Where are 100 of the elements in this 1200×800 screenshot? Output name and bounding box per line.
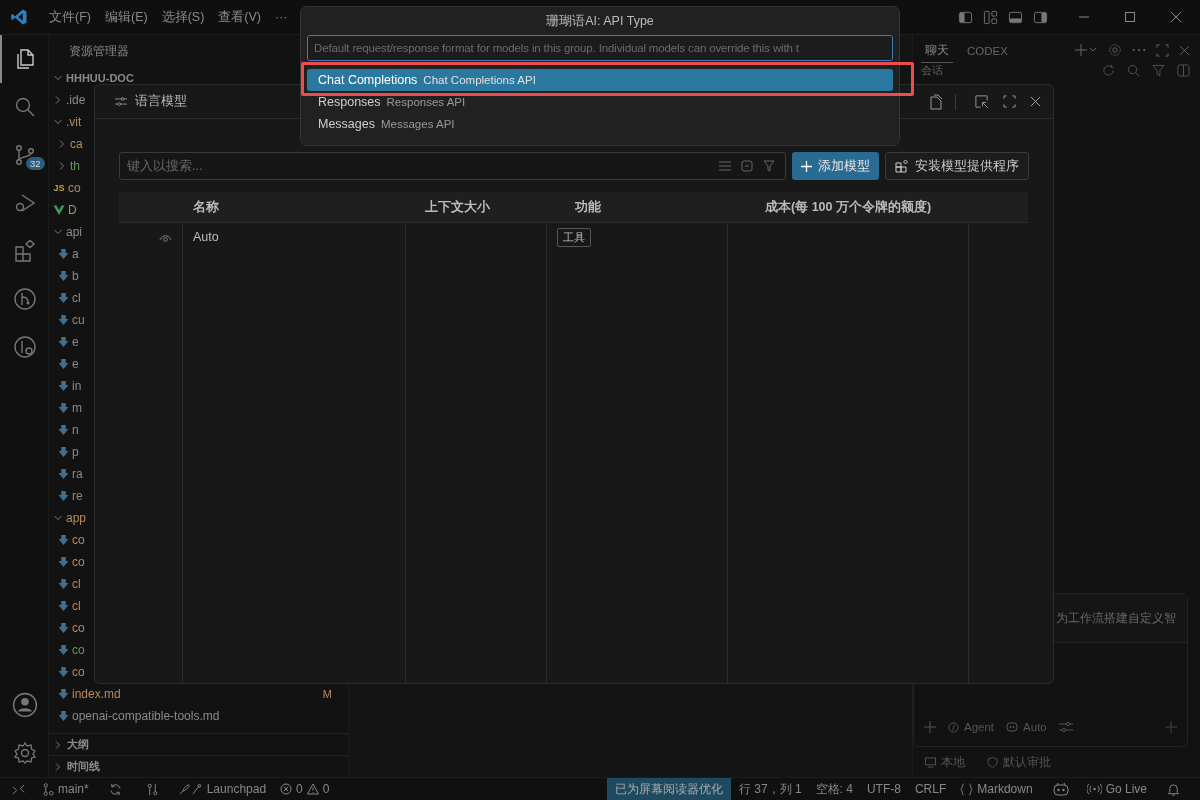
chevron-down-icon[interactable] (53, 513, 63, 523)
robot-icon[interactable] (1052, 782, 1069, 796)
account-icon[interactable] (12, 692, 38, 718)
launchpad-status[interactable]: Launchpad (170, 778, 273, 800)
file-name[interactable]: co (68, 181, 81, 195)
file-name[interactable]: co (72, 533, 85, 547)
branch-icon (43, 782, 54, 796)
bell-icon[interactable] (1167, 782, 1180, 796)
maximize-icon[interactable] (1003, 95, 1016, 108)
section-title: 时间线 (67, 759, 100, 774)
sidebar-toggle-icon[interactable] (958, 9, 973, 25)
list-icon[interactable] (719, 161, 731, 171)
file-name[interactable]: .ide (66, 93, 86, 107)
file-name[interactable]: re (72, 489, 83, 503)
file-name[interactable]: cu (72, 313, 85, 327)
sync-icon[interactable] (108, 782, 122, 796)
refresh-icon[interactable] (1102, 63, 1115, 77)
secondary-sidebar-icon[interactable] (1033, 9, 1048, 25)
vue-file-icon (53, 204, 65, 216)
file-name[interactable]: co (72, 621, 85, 635)
file-name[interactable]: a (72, 247, 79, 261)
search-icon[interactable] (1127, 63, 1140, 77)
filter-icon[interactable] (763, 160, 775, 172)
quick-pick-item[interactable]: Chat Completions Chat Completions API (307, 69, 893, 91)
status-item[interactable]: UTF-8 (860, 778, 907, 800)
sidebar-section[interactable]: 大纲 (49, 733, 348, 755)
settings-icon[interactable] (13, 741, 37, 765)
status-item[interactable]: 空格: 4 (809, 778, 859, 800)
menu-item[interactable]: 选择(S) (154, 8, 212, 26)
more-icon[interactable] (1132, 48, 1146, 52)
chevron-right-icon[interactable] (53, 95, 63, 105)
chevron-right-icon[interactable] (57, 139, 67, 149)
file-name[interactable]: m (72, 401, 82, 415)
file-name[interactable]: app (66, 511, 87, 525)
chevron-down-icon[interactable] (53, 117, 63, 127)
braces-icon (960, 782, 974, 796)
plus-icon[interactable] (1165, 721, 1177, 733)
filter-icon[interactable] (1152, 63, 1165, 77)
file-name[interactable]: cl (72, 577, 81, 591)
select-element-icon[interactable] (974, 94, 989, 109)
menu-item[interactable]: 文件(F) (42, 8, 98, 26)
install-button[interactable]: 安装模型提供程序 (885, 152, 1029, 180)
panel-tab[interactable]: CODEX (963, 38, 1012, 62)
sliders-icon[interactable] (1058, 721, 1073, 733)
broadcast-icon (1086, 783, 1102, 795)
collapse-icon[interactable] (741, 160, 753, 172)
file-name[interactable]: cl (72, 599, 81, 613)
file-name[interactable]: e (72, 335, 79, 349)
file-name[interactable]: openai-compatible-tools.md (72, 709, 220, 723)
language-status[interactable]: Markdown (954, 778, 1039, 800)
menu-item[interactable]: ··· (268, 10, 295, 24)
file-name[interactable]: co (72, 643, 85, 657)
close-icon[interactable] (1170, 11, 1182, 23)
plus-icon[interactable] (1074, 43, 1098, 57)
file-name[interactable]: index.md (72, 687, 121, 701)
file-name[interactable]: api (66, 225, 82, 239)
arrow-down-icon (57, 578, 69, 590)
panel-tab[interactable]: 聊天 (921, 37, 953, 63)
menu-item[interactable]: 编辑(E) (97, 8, 155, 26)
status-item[interactable]: 已为屏幕阅读器优化 (606, 778, 731, 800)
git-compare-icon[interactable] (145, 782, 159, 796)
chevron-down-icon[interactable] (53, 227, 63, 237)
quick-pick-input[interactable]: Default request/response format for models in this group. Individual models can override this with t (307, 35, 893, 61)
problems-status[interactable]: 0 0 (274, 778, 336, 800)
split-icon[interactable] (1177, 63, 1190, 77)
layout-icon[interactable] (983, 9, 998, 25)
arrow-down-icon (57, 358, 69, 370)
arrow-down-icon (57, 468, 69, 480)
status-item[interactable]: CRLF (908, 778, 953, 800)
plus-icon[interactable] (924, 721, 936, 733)
maximize-icon[interactable] (1124, 11, 1136, 23)
file-name[interactable]: th (70, 159, 80, 173)
quick-pick-item[interactable]: Messages Messages API (307, 113, 893, 135)
status-item[interactable]: 行 37，列 1 (732, 778, 808, 800)
add-button[interactable]: 添加模型 (792, 152, 879, 180)
file-name[interactable]: n (72, 423, 79, 437)
activity-item[interactable]: 32 (0, 131, 48, 179)
file-name[interactable]: D (68, 203, 77, 217)
file-name[interactable]: ra (72, 467, 83, 481)
file-name[interactable]: cl (72, 291, 81, 305)
file-name[interactable]: co (72, 665, 85, 679)
remote-icon[interactable] (12, 782, 25, 796)
panel-toggle-icon[interactable] (1008, 9, 1023, 25)
file-name[interactable]: .vit (66, 115, 82, 129)
branch-status[interactable]: main* (37, 778, 95, 800)
menu-item[interactable]: 查看(V) (211, 8, 268, 26)
search-field[interactable]: 键入以搜索... (119, 152, 786, 180)
file-name[interactable]: b (72, 269, 79, 283)
file-name[interactable]: p (72, 445, 79, 459)
close-icon[interactable] (1179, 44, 1190, 56)
settings-icon[interactable] (1108, 43, 1122, 57)
file-name[interactable]: ca (70, 137, 83, 151)
go-live-button[interactable]: Go Live (1080, 778, 1153, 800)
file-name[interactable]: e (72, 357, 79, 371)
close-icon[interactable] (1030, 96, 1041, 107)
eye-icon[interactable] (159, 233, 172, 243)
document-icon[interactable] (929, 93, 943, 110)
file-name[interactable]: co (72, 555, 85, 569)
chevron-right-icon[interactable] (57, 161, 67, 171)
file-name[interactable]: in (72, 379, 82, 393)
